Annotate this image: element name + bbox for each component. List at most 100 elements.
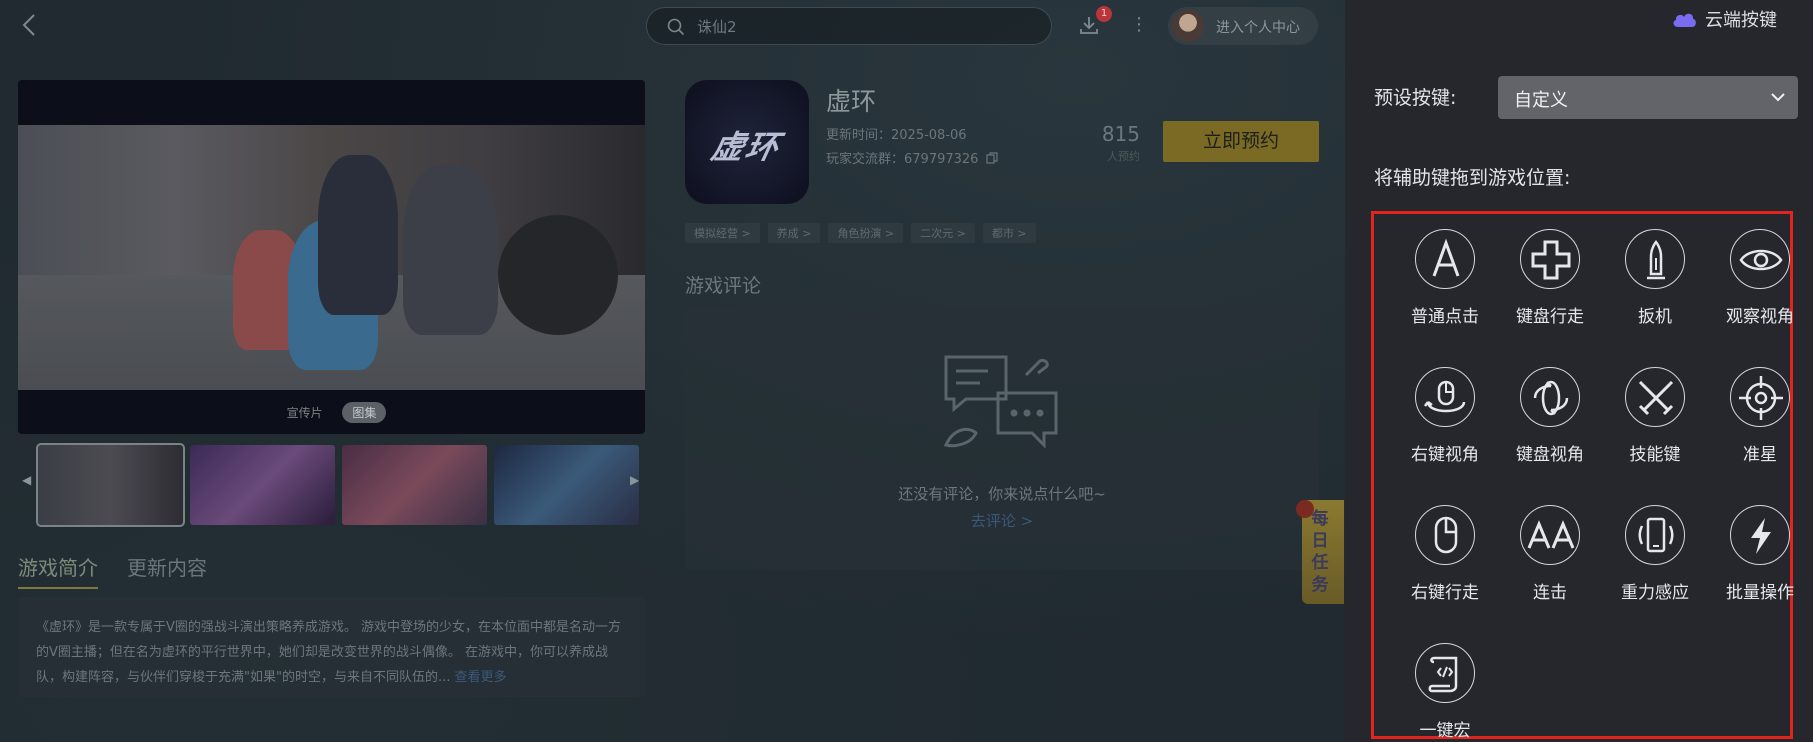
intro-text-box: 《虚环》是一款专属于V圈的强战斗演出策略养成游戏。 游戏中登场的少女，在本位面中…	[18, 597, 645, 697]
preset-select[interactable]: 自定义	[1498, 76, 1798, 119]
player-group: 玩家交流群：679797326	[826, 148, 998, 167]
tab-gallery[interactable]: 图集	[342, 402, 387, 423]
key-combo[interactable]: 连击	[1500, 490, 1600, 603]
thumbnail-1[interactable]	[36, 443, 185, 527]
key-label: 右键行走	[1411, 583, 1479, 603]
reviews-box: 还没有评论，你来说点什么吧~ 去评论 >	[685, 308, 1319, 570]
user-center-button[interactable]: 进入个人中心	[1168, 7, 1318, 45]
view-more-link[interactable]: 查看更多	[455, 670, 507, 685]
search-input[interactable]	[697, 16, 1027, 38]
user-center-label: 进入个人中心	[1216, 20, 1300, 36]
no-review-text: 还没有评论，你来说点什么吧~	[898, 485, 1106, 503]
reserve-count: 815	[1101, 122, 1140, 146]
empty-comments-icon	[943, 355, 1058, 449]
letter-a-icon	[1415, 229, 1475, 289]
dpad-icon	[1520, 229, 1580, 289]
key-label: 批量操作	[1726, 583, 1794, 603]
key-label: 键盘行走	[1516, 307, 1584, 327]
drag-instruction: 将辅助键拖到游戏位置:	[1374, 167, 1571, 189]
key-one-click-macro[interactable]: 一键宏	[1395, 628, 1495, 741]
back-button[interactable]	[20, 12, 46, 40]
key-label: 普通点击	[1411, 307, 1479, 327]
avatar	[1172, 10, 1204, 42]
key-right-click-walk[interactable]: 右键行走	[1395, 490, 1495, 603]
key-observe-view[interactable]: 观察视角	[1710, 214, 1810, 327]
more-menu-button[interactable]: ⋮	[1130, 14, 1148, 36]
key-mapping-panel: 云端按键 预设按键: 自定义 将辅助键拖到游戏位置: 普通点击 键盘行走 扳机 …	[1345, 0, 1813, 742]
tag[interactable]: 都市 >	[982, 223, 1036, 243]
tag[interactable]: 二次元 >	[911, 223, 975, 243]
key-label: 一键宏	[1419, 721, 1471, 741]
go-review-link[interactable]: 去评论 >	[685, 510, 1319, 531]
key-label: 观察视角	[1726, 307, 1794, 327]
key-label: 右键视角	[1411, 445, 1479, 465]
player-group-text: 玩家交流群：679797326	[826, 152, 979, 167]
key-crosshair[interactable]: 准星	[1710, 352, 1810, 465]
mouse-icon	[1415, 505, 1475, 565]
daily-task-label: 每日任务	[1311, 509, 1329, 595]
thumbnail-4[interactable]	[494, 445, 639, 525]
search-icon	[667, 18, 685, 36]
key-label: 准星	[1743, 445, 1777, 465]
thumbnail-strip: ◀ ▶	[18, 443, 645, 527]
double-a-icon	[1520, 505, 1580, 565]
screenshot-image	[18, 125, 645, 390]
key-skill[interactable]: 技能键	[1605, 352, 1705, 465]
assist-key-grid: 普通点击 键盘行走 扳机 观察视角 右键视角 键盘视角 技能键 准星 右键行走 …	[1371, 211, 1794, 741]
tab-update[interactable]: 更新内容	[127, 552, 207, 581]
key-label: 扳机	[1638, 307, 1672, 327]
key-gravity-sensor[interactable]: 重力感应	[1605, 490, 1705, 603]
game-icon: 虚环	[685, 80, 809, 204]
download-count-badge: 1	[1096, 6, 1112, 22]
tag[interactable]: 养成 >	[767, 223, 821, 243]
key-trigger[interactable]: 扳机	[1605, 214, 1705, 327]
update-time: 更新时间：2025-08-06	[826, 128, 967, 143]
game-title: 虚环	[826, 87, 877, 116]
eye-icon	[1730, 229, 1790, 289]
reviews-heading: 游戏评论	[685, 275, 762, 297]
key-label: 重力感应	[1621, 583, 1689, 603]
key-label: 键盘视角	[1516, 445, 1584, 465]
game-tags: 模拟经营 > 养成 > 角色扮演 > 二次元 > 都市 >	[685, 222, 1044, 243]
media-viewer[interactable]: 宣传片 图集	[18, 80, 645, 434]
game-store-page: 1 ⋮ 进入个人中心 宣传片 图集 ◀	[0, 0, 1345, 742]
tab-intro[interactable]: 游戏简介	[18, 552, 98, 589]
app-window: 1 ⋮ 进入个人中心 宣传片 图集 ◀	[0, 0, 1813, 742]
bullet-icon	[1625, 229, 1685, 289]
tab-trailer[interactable]: 宣传片	[277, 402, 333, 423]
key-keyboard-walk[interactable]: 键盘行走	[1500, 214, 1600, 327]
reserve-button[interactable]: 立即预约	[1163, 121, 1319, 162]
key-batch-operation[interactable]: 批量操作	[1710, 490, 1810, 603]
lightning-icon	[1730, 505, 1790, 565]
game-logo: 虚环	[707, 128, 784, 166]
script-icon	[1415, 643, 1475, 703]
key-right-click-view[interactable]: 右键视角	[1395, 352, 1495, 465]
tag[interactable]: 角色扮演 >	[828, 223, 904, 243]
thumbnail-3[interactable]	[342, 445, 487, 525]
reserve-count-label: 人预约	[1107, 150, 1140, 163]
crossed-swords-icon	[1625, 367, 1685, 427]
cloud-icon	[1673, 13, 1696, 27]
chevron-down-icon	[1771, 93, 1785, 102]
daily-task-widget[interactable]: 每日任务	[1296, 500, 1344, 604]
thumb-next-button[interactable]: ▶	[630, 473, 639, 487]
crosshair-icon	[1730, 367, 1790, 427]
preset-value: 自定义	[1514, 90, 1568, 111]
tag[interactable]: 模拟经营 >	[685, 223, 760, 243]
intro-text: 《虚环》是一款专属于V圈的强战斗演出策略养成游戏。 游戏中登场的少女，在本位面中…	[36, 620, 622, 685]
mouse-rotate-icon	[1415, 367, 1475, 427]
phone-shake-icon	[1625, 505, 1685, 565]
key-keyboard-view[interactable]: 键盘视角	[1500, 352, 1600, 465]
thumb-prev-button[interactable]: ◀	[22, 473, 31, 487]
preset-label: 预设按键:	[1374, 87, 1457, 109]
key-normal-click[interactable]: 普通点击	[1395, 214, 1495, 327]
key-label: 连击	[1533, 583, 1567, 603]
search-bar[interactable]	[646, 7, 1052, 45]
key-label: 技能键	[1629, 445, 1681, 465]
rotate-icon	[1520, 367, 1580, 427]
thumbnail-2[interactable]	[190, 445, 335, 525]
cloud-keys-label: 云端按键	[1705, 10, 1777, 31]
top-bar: 1 ⋮ 进入个人中心	[0, 0, 1345, 52]
copy-icon[interactable]	[985, 152, 998, 164]
media-tabs: 宣传片 图集	[18, 402, 645, 424]
